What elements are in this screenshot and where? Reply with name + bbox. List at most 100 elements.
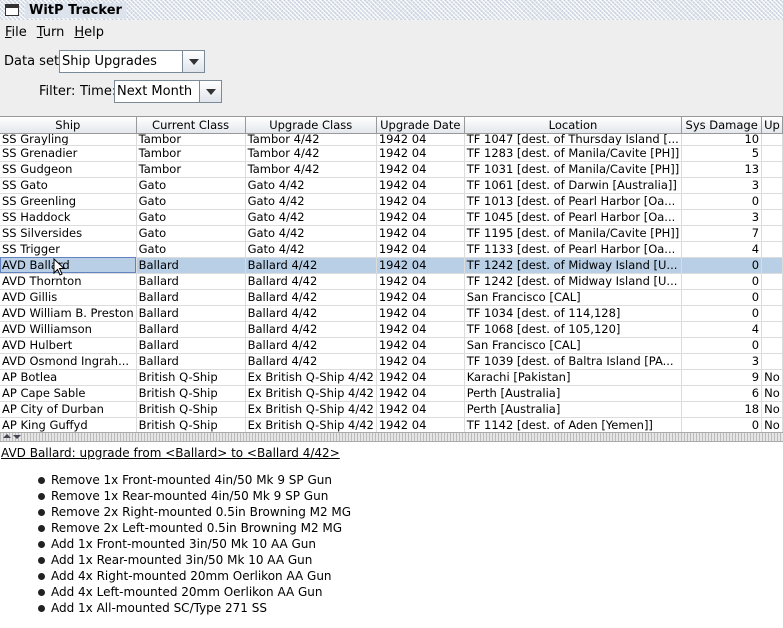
cell-current-class[interactable]: Tambor xyxy=(136,145,246,162)
cell-ship[interactable]: AP King Guffyd xyxy=(0,417,137,432)
cell-upgrade-date[interactable]: 1942 04 xyxy=(376,369,465,386)
cell-upgrade-date[interactable]: 1942 04 xyxy=(376,401,465,418)
cell-upgrade-date[interactable]: 1942 04 xyxy=(376,177,465,194)
cell-up[interactable] xyxy=(761,209,783,226)
cell-location[interactable]: San Francisco [CAL] xyxy=(464,289,683,306)
cell-upgrade-class[interactable]: Ex British Q-Ship 4/42 xyxy=(245,417,377,432)
cell-location[interactable]: Perth [Australia] xyxy=(464,385,683,402)
cell-up[interactable]: No xyxy=(761,369,783,386)
table-row[interactable]: SS Haddock Gato Gato 4/42 1942 04 TF 1045 [d… xyxy=(0,209,783,226)
cell-upgrade-class[interactable]: Ballard 4/42 xyxy=(245,289,377,306)
table-row[interactable]: SS Grenadier Tambor Tambor 4/42 1942 04 TF 1… xyxy=(0,145,783,162)
arrow-down-icon[interactable] xyxy=(13,435,21,439)
cell-ship[interactable]: AVD Osmond Ingrah... xyxy=(0,353,137,370)
col-up[interactable]: Up xyxy=(761,117,783,134)
cell-location[interactable]: TF 1142 [dest. of Aden [Yemen]] xyxy=(464,417,683,432)
cell-location[interactable]: TF 1061 [dest. of Darwin [Australia]] xyxy=(464,177,683,194)
cell-current-class[interactable]: British Q-Ship xyxy=(136,385,246,402)
cell-location[interactable]: Perth [Australia] xyxy=(464,401,683,418)
cell-up[interactable]: No xyxy=(761,401,783,418)
cell-sys-damage[interactable]: 3 xyxy=(681,177,763,194)
cell-upgrade-class[interactable]: Ballard 4/42 xyxy=(245,273,377,290)
cell-upgrade-class[interactable]: Ballard 4/42 xyxy=(245,337,377,354)
cell-upgrade-class[interactable]: Ex British Q-Ship 4/42 xyxy=(245,401,377,418)
table-row[interactable]: SS Trigger Gato Gato 4/42 1942 04 TF 1133 [d… xyxy=(0,241,783,258)
table-row[interactable]: AVD Hulbert Ballard Ballard 4/42 1942 04 San… xyxy=(0,337,783,354)
cell-ship[interactable]: SS Trigger xyxy=(0,241,137,258)
cell-location[interactable]: TF 1068 [dest. of 105,120] xyxy=(464,321,683,338)
table-row[interactable]: AVD William B. Preston Ballard Ballard 4/4… xyxy=(0,305,783,322)
cell-sys-damage[interactable]: 4 xyxy=(681,321,763,338)
cell-upgrade-class[interactable]: Ballard 4/42 xyxy=(245,305,377,322)
cell-upgrade-date[interactable]: 1942 04 xyxy=(376,257,465,274)
cell-upgrade-class[interactable]: Ex British Q-Ship 4/42 xyxy=(245,385,377,402)
cell-up[interactable] xyxy=(761,225,783,242)
cell-ship[interactable]: SS Greenling xyxy=(0,193,137,210)
split-divider[interactable] xyxy=(0,432,783,442)
cell-up[interactable] xyxy=(761,257,783,274)
cell-upgrade-class[interactable]: Gato 4/42 xyxy=(245,225,377,242)
cell-upgrade-class[interactable]: Gato 4/42 xyxy=(245,177,377,194)
cell-up[interactable] xyxy=(761,321,783,338)
table-row[interactable]: SS Gato Gato Gato 4/42 1942 04 TF 1061 [dest… xyxy=(0,177,783,194)
cell-upgrade-date[interactable]: 1942 04 xyxy=(376,321,465,338)
cell-current-class[interactable]: British Q-Ship xyxy=(136,417,246,432)
cell-upgrade-class[interactable]: Ballard 4/42 xyxy=(245,257,377,274)
cell-sys-damage[interactable]: 5 xyxy=(681,145,763,162)
cell-current-class[interactable]: Ballard xyxy=(136,273,246,290)
cell-up[interactable] xyxy=(761,273,783,290)
table-row[interactable]: AP City of Durban British Q-Ship Ex Britis… xyxy=(0,401,783,418)
cell-location[interactable]: Karachi [Pakistan] xyxy=(464,369,683,386)
cell-location[interactable]: TF 1242 [dest. of Midway Island [U... xyxy=(464,273,683,290)
col-location[interactable]: Location xyxy=(464,117,683,134)
cell-location[interactable]: TF 1047 [dest. of Thursday Island [... xyxy=(464,133,683,146)
cell-current-class[interactable]: Ballard xyxy=(136,353,246,370)
dataset-select[interactable]: Ship Upgrades xyxy=(59,50,205,73)
cell-upgrade-class[interactable]: Gato 4/42 xyxy=(245,209,377,226)
cell-upgrade-class[interactable]: Tambor 4/42 xyxy=(245,145,377,162)
cell-up[interactable] xyxy=(761,145,783,162)
cell-location[interactable]: TF 1039 [dest. of Baltra Island [PA... xyxy=(464,353,683,370)
cell-sys-damage[interactable]: 10 xyxy=(681,133,763,146)
cell-upgrade-date[interactable]: 1942 04 xyxy=(376,145,465,162)
cell-ship[interactable]: SS Grayling xyxy=(0,133,137,146)
cell-ship[interactable]: SS Grenadier xyxy=(0,145,137,162)
cell-ship[interactable]: SS Gato xyxy=(0,177,137,194)
cell-location[interactable]: TF 1283 [dest. of Manila/Cavite [PH]] xyxy=(464,145,683,162)
cell-current-class[interactable]: Gato xyxy=(136,209,246,226)
cell-sys-damage[interactable]: 0 xyxy=(681,289,763,306)
table-row[interactable]: SS Silversides Gato Gato 4/42 1942 04 TF 119… xyxy=(0,225,783,242)
cell-upgrade-class[interactable]: Gato 4/42 xyxy=(245,193,377,210)
table-row[interactable]: AP King Guffyd British Q-Ship Ex British Q… xyxy=(0,417,783,432)
cell-upgrade-date[interactable]: 1942 04 xyxy=(376,385,465,402)
cell-current-class[interactable]: Ballard xyxy=(136,337,246,354)
cell-upgrade-class[interactable]: Tambor 4/42 xyxy=(245,133,377,146)
cell-current-class[interactable]: Gato xyxy=(136,177,246,194)
menu-help[interactable]: Help xyxy=(74,25,104,40)
menu-turn[interactable]: Turn xyxy=(37,25,65,40)
upgrade-table[interactable]: Ship Current Class Upgrade Class Upgrade… xyxy=(0,116,783,432)
cell-current-class[interactable]: Gato xyxy=(136,225,246,242)
cell-upgrade-date[interactable]: 1942 04 xyxy=(376,133,465,146)
menu-file[interactable]: File xyxy=(5,25,27,40)
cell-up[interactable] xyxy=(761,161,783,178)
cell-ship[interactable]: SS Haddock xyxy=(0,209,137,226)
cell-upgrade-class[interactable]: Ballard 4/42 xyxy=(245,321,377,338)
table-row[interactable]: AVD Ballard Ballard Ballard 4/42 1942 04 TF … xyxy=(0,257,783,274)
cell-current-class[interactable]: British Q-Ship xyxy=(136,401,246,418)
table-row[interactable]: SS Grayling Tambor Tambor 4/42 1942 04 TF 10… xyxy=(0,133,783,146)
time-select[interactable]: Next Month xyxy=(114,80,222,103)
cell-upgrade-date[interactable]: 1942 04 xyxy=(376,241,465,258)
title-bar[interactable]: WitP Tracker xyxy=(0,0,783,20)
cell-up[interactable]: No xyxy=(761,417,783,432)
cell-current-class[interactable]: Ballard xyxy=(136,321,246,338)
cell-upgrade-class[interactable]: Ex British Q-Ship 4/42 xyxy=(245,369,377,386)
cell-location[interactable]: TF 1031 [dest. of Manila/Cavite [PH]] xyxy=(464,161,683,178)
cell-up[interactable] xyxy=(761,193,783,210)
cell-upgrade-date[interactable]: 1942 04 xyxy=(376,417,465,432)
chevron-down-icon[interactable] xyxy=(199,81,221,102)
cell-location[interactable]: TF 1195 [dest. of Manila/Cavite [PH]] xyxy=(464,225,683,242)
cell-ship[interactable]: AVD Hulbert xyxy=(0,337,137,354)
table-row[interactable]: AP Botlea British Q-Ship Ex British Q-Ship… xyxy=(0,369,783,386)
cell-upgrade-class[interactable]: Gato 4/42 xyxy=(245,241,377,258)
